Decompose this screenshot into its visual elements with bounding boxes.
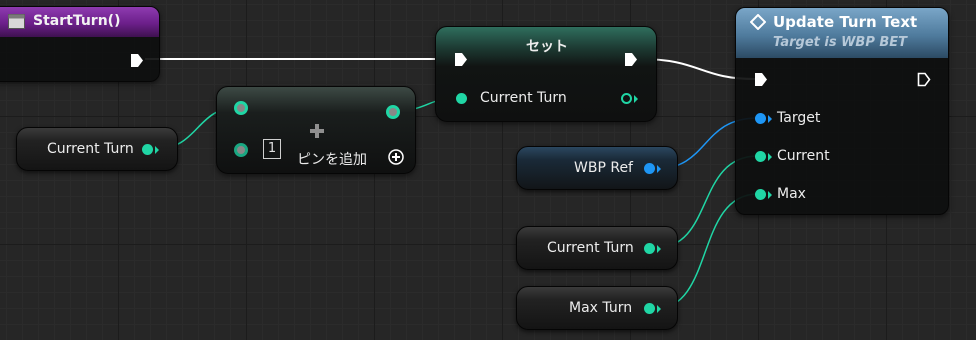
pin-arrow xyxy=(155,146,159,154)
exec-out-pin[interactable] xyxy=(624,52,638,71)
output-pin[interactable] xyxy=(644,163,655,174)
set-node[interactable]: セット Current Turn xyxy=(435,26,657,122)
update-turn-text-node[interactable]: Update Turn Text Target is WBP BET Targe… xyxy=(735,7,949,215)
current-pin[interactable] xyxy=(755,151,766,162)
target-pin[interactable] xyxy=(755,113,766,124)
exec-in-pin[interactable] xyxy=(454,52,468,71)
pin-arrow xyxy=(634,95,638,103)
variable-wbp-ref[interactable]: WBP Ref xyxy=(516,146,678,190)
function-subtitle: Target is WBP BET xyxy=(773,35,908,50)
input-pin-a[interactable] xyxy=(234,101,248,115)
add-node[interactable]: 1 ピンを追加 xyxy=(216,86,416,174)
update-turn-text-header: Update Turn Text Target is WBP BET xyxy=(736,8,948,58)
start-turn-title: StartTurn() xyxy=(33,13,121,29)
max-pin[interactable] xyxy=(755,189,766,200)
start-turn-header: StartTurn() xyxy=(0,7,159,37)
start-turn-event-node[interactable]: StartTurn() xyxy=(0,6,160,82)
output-pin[interactable] xyxy=(644,303,655,314)
add-pin-icon[interactable] xyxy=(388,149,404,169)
plus-icon xyxy=(309,123,325,143)
function-icon xyxy=(749,13,767,34)
variable-label: Max Turn xyxy=(569,300,633,316)
add-pin-label[interactable]: ピンを追加 xyxy=(297,149,367,169)
pin-arrow xyxy=(768,153,772,161)
pin-arrow xyxy=(657,165,661,173)
output-pin[interactable] xyxy=(386,105,400,119)
max-pin-label: Max xyxy=(777,186,806,202)
output-pin[interactable] xyxy=(142,144,153,155)
exec-out-pin[interactable] xyxy=(917,72,931,91)
output-pin[interactable] xyxy=(644,243,655,254)
variable-label: Current Turn xyxy=(47,141,134,157)
set-node-title: セット xyxy=(526,39,568,55)
value-input-pin[interactable] xyxy=(456,93,467,104)
variable-label: Current Turn xyxy=(547,240,634,256)
value-output-pin[interactable] xyxy=(621,93,632,104)
exec-out-pin[interactable] xyxy=(130,53,144,72)
exec-in-pin[interactable] xyxy=(754,72,768,91)
pin-arrow xyxy=(768,191,772,199)
variable-max-turn[interactable]: Max Turn xyxy=(516,286,678,330)
pin-arrow xyxy=(768,115,772,123)
pin-arrow xyxy=(657,245,661,253)
event-icon xyxy=(8,14,25,33)
input-pin-b[interactable] xyxy=(234,143,248,157)
pin-arrow xyxy=(657,305,661,313)
current-pin-label: Current xyxy=(777,148,830,164)
set-pin-label: Current Turn xyxy=(480,90,567,106)
variable-label: WBP Ref xyxy=(574,160,633,176)
function-title: Update Turn Text xyxy=(773,13,918,31)
variable-current-turn-left[interactable]: Current Turn xyxy=(16,127,178,171)
index-box[interactable]: 1 xyxy=(263,139,281,159)
target-pin-label: Target xyxy=(777,110,821,126)
variable-current-turn-bottom[interactable]: Current Turn xyxy=(516,226,678,270)
